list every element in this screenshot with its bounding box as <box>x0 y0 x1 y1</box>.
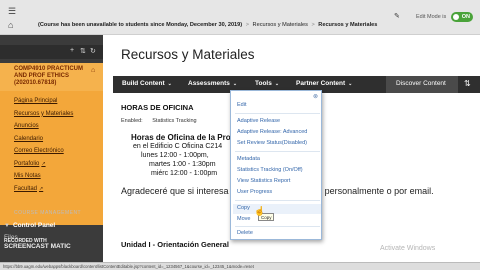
menu-item-copy[interactable]: Copy <box>237 205 250 211</box>
sort-icon[interactable]: ⇅ <box>464 79 471 88</box>
sidebar-item-calendario[interactable]: Calendario <box>14 133 73 146</box>
pointer-cursor-icon: ☝ <box>254 206 266 216</box>
menu-item-user-progress[interactable]: User Progress <box>237 189 272 195</box>
content-item-title[interactable]: HORAS DE OFICINA <box>121 103 194 112</box>
sidebar-item-portafolio[interactable]: Portafolio ↗ <box>14 158 73 171</box>
sidebar-item-label: Portafolio <box>14 160 40 167</box>
activate-windows-watermark: Activate Windows <box>380 245 436 252</box>
sidebar-item-mis-notas[interactable]: Mis Notas <box>14 170 73 183</box>
partner-content-label: Partner Content <box>296 80 346 87</box>
external-link-icon: ↗ <box>39 185 44 192</box>
menu-item-adaptive-release-advanced[interactable]: Adaptive Release: Advanced <box>237 129 307 135</box>
external-link-icon: ↗ <box>41 160 46 167</box>
edit-mode-toggle[interactable]: ON <box>451 12 473 22</box>
top-bar: ☰ ⌂ (Course has been unavailable to stud… <box>0 0 480 35</box>
menu-item-view-statistics[interactable]: View Statistics Report <box>237 178 290 184</box>
breadcrumb-separator: > <box>245 22 249 28</box>
assessments-label: Assessments <box>188 80 230 87</box>
tools-menu[interactable]: Tools ⌄ <box>255 80 279 87</box>
breadcrumb-page[interactable]: Recursos y Materiales <box>253 22 308 28</box>
sidebar-toolbar: + ⇅ ↻ <box>0 45 103 59</box>
assessments-menu[interactable]: Assessments ⌄ <box>188 80 237 87</box>
divider <box>235 113 320 114</box>
page-title: Recursos y Materiales <box>121 47 255 62</box>
build-content-label: Build Content <box>122 80 165 87</box>
breadcrumb: (Course has been unavailable to students… <box>38 22 377 28</box>
control-panel-label: Control Panel <box>12 222 56 229</box>
refresh-icon[interactable]: ↻ <box>90 47 96 55</box>
logo-word: SCREENCAST <box>4 243 49 250</box>
sidebar-item-correo[interactable]: Correo Electrónico <box>14 145 73 158</box>
menu-item-metadata[interactable]: Metadata <box>237 156 260 162</box>
course-home-icon[interactable]: ⌂ <box>91 67 95 74</box>
add-menu-item-icon[interactable]: + <box>70 47 74 54</box>
course-sidebar: + ⇅ ↻ COMP4910 PRACTICUM AND PROF ETHICS… <box>0 35 103 270</box>
sidebar-item-pagina-principal[interactable]: Página Principal <box>14 95 73 108</box>
close-icon[interactable]: ⊗ <box>313 93 318 100</box>
discover-content-button[interactable]: Discover Content <box>386 76 458 93</box>
menu-item-statistics-tracking[interactable]: Statistics Tracking (On/Off) <box>237 167 303 173</box>
logo-word: MATIC <box>50 243 71 250</box>
logo-line: SCREENCAST MATIC <box>4 243 71 250</box>
menu-item-delete[interactable]: Delete <box>237 230 253 236</box>
enabled-label: Enabled: <box>121 118 143 124</box>
course-title[interactable]: COMP4910 PRACTICUM AND PROF ETHICS (2020… <box>14 66 90 87</box>
menu-item-edit[interactable]: Edit <box>237 102 246 108</box>
menu-item-move[interactable]: Move <box>237 216 250 222</box>
tools-label: Tools <box>255 80 272 87</box>
menu-item-adaptive-release[interactable]: Adaptive Release <box>237 118 280 124</box>
edit-mode-label: Edit Mode is <box>416 14 447 20</box>
chevron-down-icon: ⌄ <box>232 81 238 87</box>
divider <box>235 226 320 227</box>
divider <box>235 151 320 152</box>
sidebar-item-facultad[interactable]: Facultad ↗ <box>14 183 73 196</box>
partner-content-menu[interactable]: Partner Content ⌄ <box>296 80 352 87</box>
divider <box>235 200 320 201</box>
breadcrumb-current: Recursos y Materiales <box>318 22 378 28</box>
breadcrumb-course[interactable]: (Course has been unavailable to students… <box>38 22 242 28</box>
status-url: https://bb9.uagm.edu/webapps/blackboard/… <box>3 264 254 269</box>
sidebar-item-label: Facultad <box>14 185 38 192</box>
breadcrumb-separator: > <box>311 22 315 28</box>
build-content-menu[interactable]: Build Content ⌄ <box>122 80 172 87</box>
browser-status-bar: https://bb9.uagm.edu/webapps/blackboard/… <box>0 262 480 270</box>
control-panel[interactable]: ▼ Control Panel <box>4 222 55 229</box>
enabled-line: Enabled: Statistics Tracking <box>121 118 197 124</box>
menu-item-review-status[interactable]: Set Review Status(Disabled) <box>237 140 307 146</box>
enabled-value: Statistics Tracking <box>152 118 197 124</box>
chevron-down-icon: ⌄ <box>348 81 353 87</box>
chevron-down-icon: ⌄ <box>167 81 172 87</box>
menu-icon[interactable]: ☰ <box>8 6 16 17</box>
sidebar-item-recursos[interactable]: Recursos y Materiales <box>14 108 73 121</box>
course-menu: COMP4910 PRACTICUM AND PROF ETHICS (2020… <box>0 63 103 225</box>
edit-icon[interactable]: ✎ <box>394 12 400 20</box>
chevron-down-icon: ⌄ <box>274 81 280 87</box>
sort-icon[interactable]: ⇅ <box>80 47 86 55</box>
sidebar-item-anuncios[interactable]: Anuncios <box>14 120 73 133</box>
course-management-heading: COURSE MANAGEMENT <box>14 210 82 216</box>
unit-title[interactable]: Unidad I - Orientación General <box>121 240 229 249</box>
screencast-logo: RECORDED WITH SCREENCAST MATIC <box>4 238 71 250</box>
course-menu-list: Página Principal Recursos y Materiales A… <box>14 95 73 195</box>
home-icon[interactable]: ⌂ <box>8 20 13 30</box>
course-header: COMP4910 PRACTICUM AND PROF ETHICS (2020… <box>0 63 103 91</box>
item-context-menu: ⊗ Edit Adaptive Release Adaptive Release… <box>230 90 322 240</box>
chevron-down-icon: ▼ <box>4 223 10 229</box>
